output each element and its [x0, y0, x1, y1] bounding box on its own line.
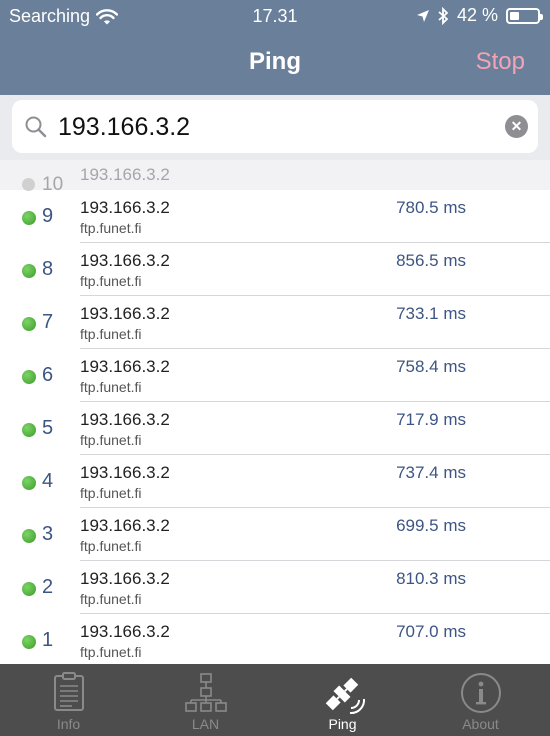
ping-time: 717.9 ms — [396, 410, 466, 429]
status-dot-icon — [22, 264, 36, 278]
ping-ip: 193.166.3.2 — [80, 198, 170, 217]
ping-time: 810.3 ms — [396, 569, 466, 588]
ping-host: ftp.funet.fi — [80, 273, 142, 289]
list-item[interactable]: 2 193.166.3.2 ftp.funet.fi 810.3 ms — [0, 561, 550, 614]
ping-number: 5 — [42, 417, 54, 439]
clipboard-icon — [53, 672, 84, 711]
list-item[interactable]: 4 193.166.3.2 ftp.funet.fi 737.4 ms — [0, 455, 550, 508]
tab-ping[interactable]: Ping — [274, 664, 411, 736]
status-dot-icon — [22, 211, 36, 225]
ping-number: 2 — [42, 576, 54, 598]
ping-time: 707.0 ms — [396, 622, 466, 641]
tab-label: About — [462, 716, 499, 732]
ping-time: 780.5 ms — [396, 198, 466, 217]
pending-ip: 193.166.3.2 — [80, 165, 170, 184]
ping-number: 3 — [42, 523, 54, 545]
status-dot-icon — [22, 529, 36, 543]
ping-number: 4 — [42, 470, 54, 492]
ping-ip: 193.166.3.2 — [80, 463, 170, 482]
ping-host: ftp.funet.fi — [80, 644, 142, 660]
ping-results-list: 10 193.166.3.2 9 193.166.3.2 ftp.funet.f… — [0, 160, 550, 664]
ping-ip: 193.166.3.2 — [80, 569, 170, 588]
ping-host: ftp.funet.fi — [80, 220, 142, 236]
ping-time: 733.1 ms — [396, 304, 466, 323]
ping-host: ftp.funet.fi — [80, 326, 142, 342]
ping-ip: 193.166.3.2 — [80, 622, 170, 641]
tab-info[interactable]: Info — [0, 664, 137, 736]
list-item[interactable]: 6 193.166.3.2 ftp.funet.fi 758.4 ms — [0, 349, 550, 402]
status-right: 42 % — [416, 5, 543, 26]
ping-host: ftp.funet.fi — [80, 591, 142, 607]
list-item[interactable]: 1 193.166.3.2 ftp.funet.fi 707.0 ms — [0, 614, 550, 664]
tab-label: LAN — [191, 716, 220, 732]
tab-bar: Info LAN Ping About — [0, 664, 550, 736]
stop-button[interactable]: Stop — [476, 48, 525, 76]
ping-host: ftp.funet.fi — [80, 432, 142, 448]
search-field: ✕ — [12, 100, 538, 153]
ping-ip: 193.166.3.2 — [80, 516, 170, 535]
list-item[interactable]: 8 193.166.3.2 ftp.funet.fi 856.5 ms — [0, 243, 550, 296]
ping-ip: 193.166.3.2 — [80, 304, 170, 323]
search-input[interactable] — [56, 108, 500, 146]
ping-ip: 193.166.3.2 — [80, 357, 170, 376]
top-bar: Searching 17.31 42 % Ping Stop — [0, 0, 550, 95]
ping-number: 1 — [42, 629, 54, 651]
ping-ip: 193.166.3.2 — [80, 410, 170, 429]
ping-number: 8 — [42, 258, 54, 280]
search-bar: ✕ — [0, 95, 550, 160]
search-icon — [25, 116, 47, 138]
ping-host: ftp.funet.fi — [80, 485, 142, 501]
ping-number: 7 — [42, 311, 54, 333]
clear-icon[interactable]: ✕ — [505, 115, 528, 138]
tab-label: Info — [56, 716, 81, 732]
ping-number: 6 — [42, 364, 54, 386]
status-dot-icon — [22, 370, 36, 384]
location-icon — [416, 9, 429, 22]
ping-ip: 193.166.3.2 — [80, 251, 170, 270]
battery-percent: 42 % — [456, 5, 498, 25]
ping-host: ftp.funet.fi — [80, 379, 142, 395]
status-dot-icon — [22, 635, 36, 649]
tab-label: Ping — [328, 716, 357, 732]
status-dot-icon — [22, 317, 36, 331]
satellite-icon — [325, 677, 365, 715]
status-dot-icon — [22, 423, 36, 437]
bluetooth-icon — [438, 6, 449, 25]
list-item[interactable]: 3 193.166.3.2 ftp.funet.fi 699.5 ms — [0, 508, 550, 561]
ping-time: 758.4 ms — [396, 357, 466, 376]
status-bar: Searching 17.31 42 % — [0, 0, 550, 32]
ping-time: 856.5 ms — [396, 251, 466, 270]
ping-time: 737.4 ms — [396, 463, 466, 482]
network-icon — [184, 673, 227, 712]
pending-row: 10 193.166.3.2 — [0, 160, 550, 195]
list-item[interactable]: 5 193.166.3.2 ftp.funet.fi 717.9 ms — [0, 402, 550, 455]
status-dot-icon — [22, 476, 36, 490]
ping-number: 9 — [42, 205, 54, 227]
page-title: Ping — [249, 48, 301, 75]
status-dot-icon — [22, 582, 36, 596]
tab-about[interactable]: About — [412, 664, 549, 736]
list-item[interactable]: 9 193.166.3.2 ftp.funet.fi 780.5 ms — [0, 190, 550, 243]
info-icon — [460, 673, 501, 713]
tab-lan[interactable]: LAN — [137, 664, 274, 736]
ping-host: ftp.funet.fi — [80, 538, 142, 554]
battery-icon — [506, 7, 543, 24]
list-item[interactable]: 7 193.166.3.2 ftp.funet.fi 733.1 ms — [0, 296, 550, 349]
ping-time: 699.5 ms — [396, 516, 466, 535]
